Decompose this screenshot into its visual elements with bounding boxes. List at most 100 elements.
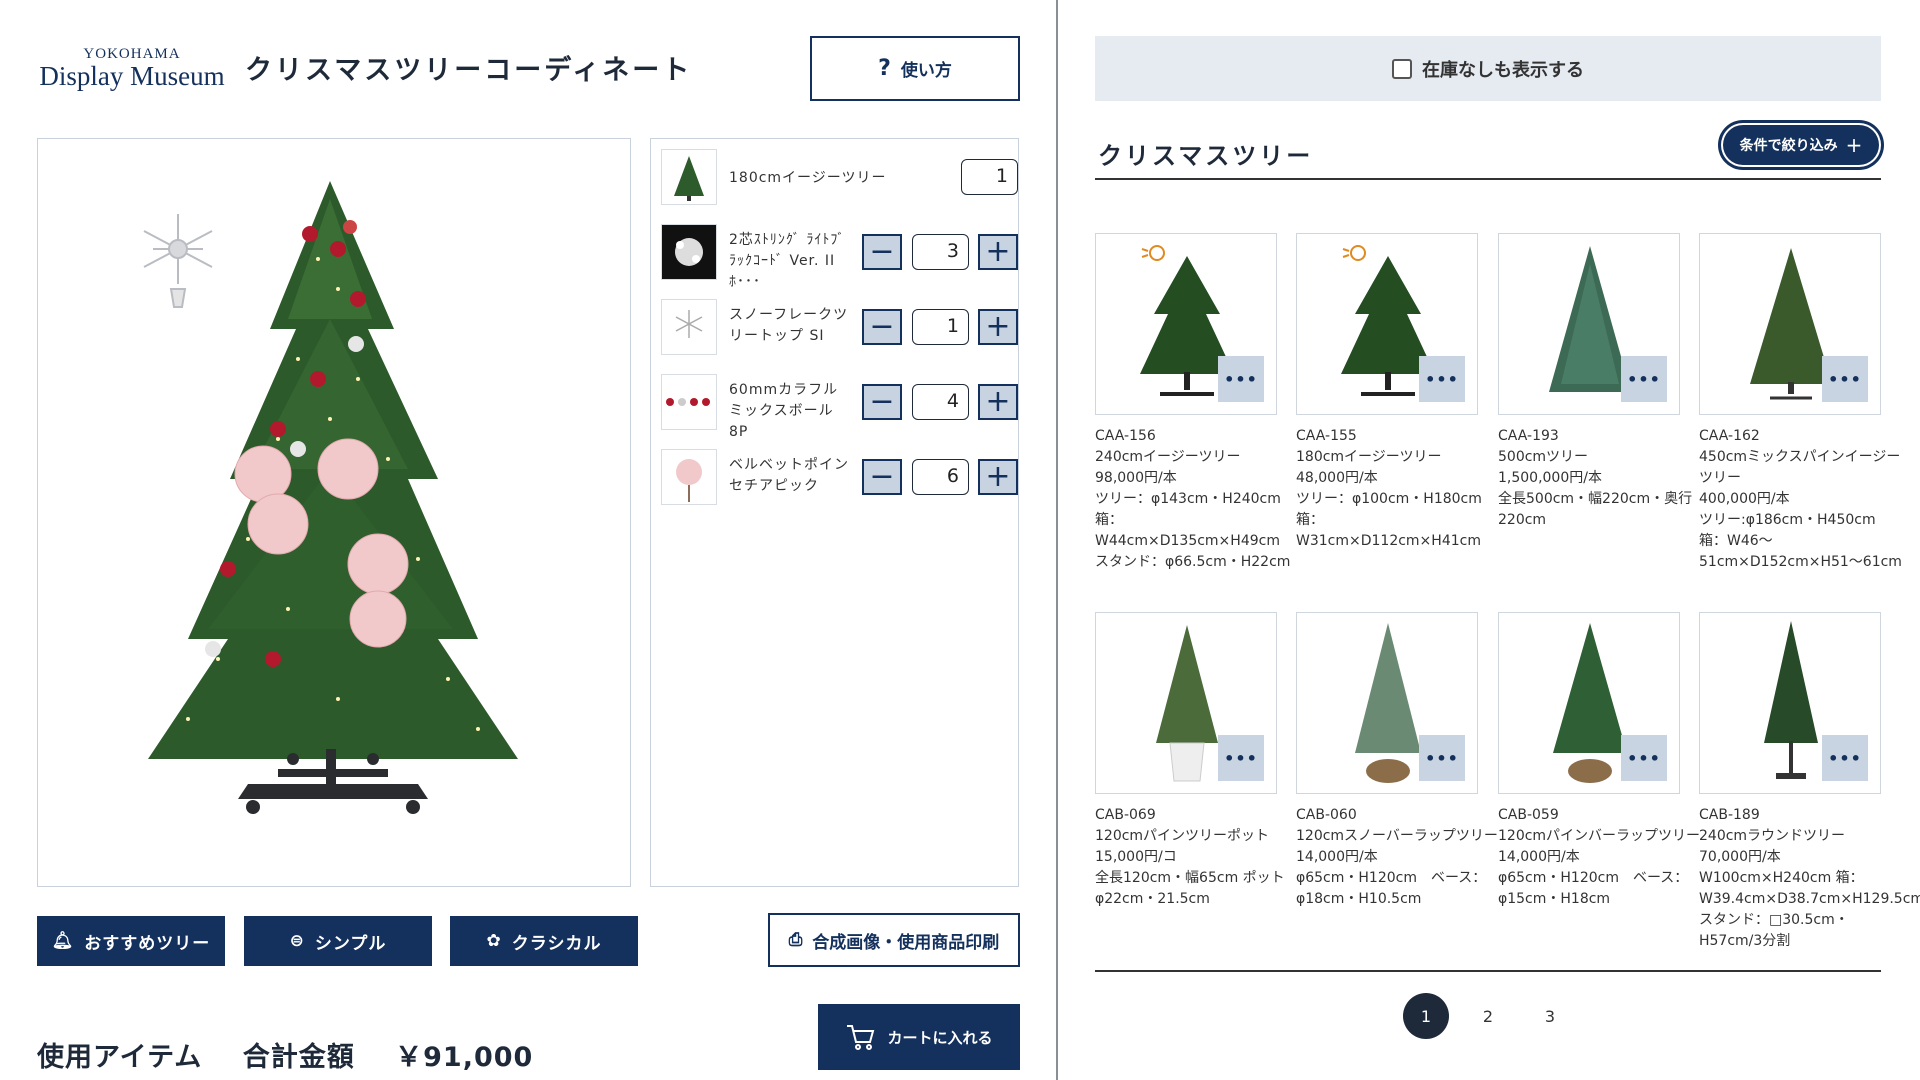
more-options-button[interactable]: ••• (1218, 735, 1264, 781)
quantity-input[interactable]: 6 (912, 459, 969, 495)
product-price: 14,000円/本 (1296, 849, 1378, 865)
product-name: 500cmツリー (1498, 449, 1589, 465)
product-spec: W100cm×H240cm 箱：W39.4cm×D38.7cm×H129.5cm (1699, 870, 1920, 907)
page-title: クリスマスツリーコーディネート (245, 55, 693, 86)
bow-icon: ✿ (486, 931, 502, 951)
product-code: CAA-162 (1699, 428, 1760, 444)
quantity-increase-button[interactable]: + (978, 384, 1018, 420)
total-summary: 使用アイテム 合計金額 ￥91,000 (37, 1035, 563, 1074)
quantity-decrease-button[interactable]: − (862, 234, 902, 270)
product-code: CAB-189 (1699, 807, 1760, 823)
quantity-input[interactable]: 4 (912, 384, 969, 420)
poinsettia-icon (676, 459, 702, 502)
product-image[interactable]: ••• (1095, 233, 1277, 415)
product-code: CAA-156 (1095, 428, 1156, 444)
list-item: 2芯ｽﾄﾘﾝｸﾞ ﾗｲﾄﾌﾞﾗｯｸｺｰﾄﾞ Ver. II ﾎ･･･ − 3 + (661, 224, 1018, 290)
quantity-decrease-button[interactable]: − (862, 309, 902, 345)
minus-icon: − (869, 459, 895, 494)
show-out-of-stock-label[interactable]: 在庫なしも表示する (1422, 56, 1584, 82)
minus-icon: − (869, 309, 895, 344)
product-spec: スタンド：□30.5cm・H57cm/3分割 (1699, 912, 1849, 949)
product-code: CAA-155 (1296, 428, 1357, 444)
product-image[interactable]: ••• (1095, 612, 1277, 794)
recommended-tree-button[interactable]: 🔔︎ おすすめツリー (37, 916, 225, 966)
style-button-label: シンプル (314, 933, 387, 954)
list-item: 180cmイージーツリー 1 (661, 149, 1018, 209)
product-image[interactable]: ••• (1699, 233, 1881, 415)
product-image[interactable]: ••• (1498, 233, 1680, 415)
total-amount: ￥91,000 (395, 1042, 534, 1073)
quantity-input[interactable]: 1 (912, 309, 969, 345)
item-thumbnail (661, 299, 717, 355)
product-price: 400,000円/本 (1699, 491, 1790, 507)
product-code: CAA-193 (1498, 428, 1559, 444)
page-3-button[interactable]: 3 (1527, 993, 1573, 1039)
product-info: CAB-059 120cmパインバーラップツリー 14,000円/本 φ65cm・H1… (1498, 805, 1704, 910)
stock-filter-bar: 在庫なしも表示する (1095, 36, 1881, 101)
product-spec: φ65cm・H120cm ベース：φ15cm・H18cm (1498, 870, 1689, 907)
more-options-button[interactable]: ••• (1218, 356, 1264, 402)
list-item: 60mmカラフルミックスボール8P − 4 + (661, 374, 1018, 440)
help-button[interactable]: ? 使い方 (810, 36, 1020, 101)
product-info: CAB-189 240cmラウンドツリー 70,000円/本 W100cm×H240c… (1699, 805, 1920, 952)
page-1-button[interactable]: 1 (1403, 993, 1449, 1039)
tree-preview (37, 138, 631, 887)
quantity-input[interactable]: 3 (912, 234, 969, 270)
minus-icon: − (869, 384, 895, 419)
product-price: 70,000円/本 (1699, 849, 1781, 865)
item-name: 60mmカラフルミックスボール8P (729, 382, 839, 440)
product-image[interactable]: ••• (1296, 612, 1478, 794)
product-price: 1,500,000円/本 (1498, 470, 1602, 486)
product-info: CAA-162 450cmミックスパインイージーツリー 400,000円/本 ツリー:… (1699, 426, 1905, 573)
bell-icon: 🔔︎ (51, 931, 75, 951)
filter-button-label: 条件で絞り込み (1739, 138, 1838, 154)
product-image[interactable]: ••• (1699, 612, 1881, 794)
plus-icon: + (985, 384, 1011, 419)
more-options-button[interactable]: ••• (1822, 735, 1868, 781)
more-options-button[interactable]: ••• (1621, 735, 1667, 781)
category-title: クリスマスツリー (1098, 142, 1314, 170)
item-thumbnail (661, 374, 717, 430)
quantity-increase-button[interactable]: + (978, 309, 1018, 345)
more-options-button[interactable]: ••• (1621, 356, 1667, 402)
item-thumbnail (661, 149, 717, 205)
add-to-cart-button[interactable]: カートに入れる (818, 1004, 1020, 1070)
item-name: 180cmイージーツリー (729, 170, 887, 186)
category-divider (1095, 178, 1881, 180)
style-button-label: クラシカル (511, 933, 602, 954)
page-2-button[interactable]: 2 (1465, 993, 1511, 1039)
item-thumbnail (661, 224, 717, 280)
logo-big-text: Display Museum (39, 61, 225, 91)
quantity-increase-button[interactable]: + (978, 459, 1018, 495)
ornament-balls-icon (666, 398, 710, 406)
logo-small-text: YOKOHAMA (83, 46, 181, 62)
print-button[interactable]: ⎙ 合成画像・使用商品印刷 (768, 913, 1020, 967)
simple-style-button[interactable]: ⊜ シンプル (244, 916, 432, 966)
product-spec: ツリー：φ100cm・H180cm 箱：W31cm×D112cm×H41cm (1296, 491, 1482, 549)
show-out-of-stock-checkbox[interactable] (1392, 58, 1412, 79)
product-spec: φ65cm・H120cm ベース：φ18cm・H10.5cm (1296, 870, 1487, 907)
quantity-increase-button[interactable]: + (978, 234, 1018, 270)
classical-style-button[interactable]: ✿ クラシカル (450, 916, 638, 966)
more-options-button[interactable]: ••• (1419, 356, 1465, 402)
logo[interactable]: YOKOHAMA Display Museum (37, 46, 227, 90)
more-options-button[interactable]: ••• (1419, 735, 1465, 781)
item-name: 2芯ｽﾄﾘﾝｸﾞ ﾗｲﾄﾌﾞﾗｯｸｺｰﾄﾞ Ver. II ﾎ･･･ (729, 232, 846, 290)
product-image[interactable]: ••• (1296, 233, 1478, 415)
product-name: 180cmイージーツリー (1296, 449, 1442, 465)
tree-icon (674, 156, 704, 201)
quantity-input[interactable]: 1 (961, 159, 1018, 195)
plus-icon: + (985, 309, 1011, 344)
list-item: スノーフレークツリートップ SI − 1 + (661, 299, 1018, 359)
plus-icon: + (985, 459, 1011, 494)
product-code: CAB-060 (1296, 807, 1357, 823)
decorated-tree-image (143, 181, 518, 814)
snowflake-topper-icon (143, 214, 213, 308)
product-spec: ツリー:φ186cm・H450cm 箱：W46～51cm×D152cm×H51～… (1699, 512, 1902, 570)
more-options-button[interactable]: ••• (1822, 356, 1868, 402)
led-badge-icon (1140, 244, 1166, 266)
product-image[interactable]: ••• (1498, 612, 1680, 794)
filter-button[interactable]: 条件で絞り込み + (1721, 123, 1881, 167)
quantity-decrease-button[interactable]: − (862, 459, 902, 495)
quantity-decrease-button[interactable]: − (862, 384, 902, 420)
